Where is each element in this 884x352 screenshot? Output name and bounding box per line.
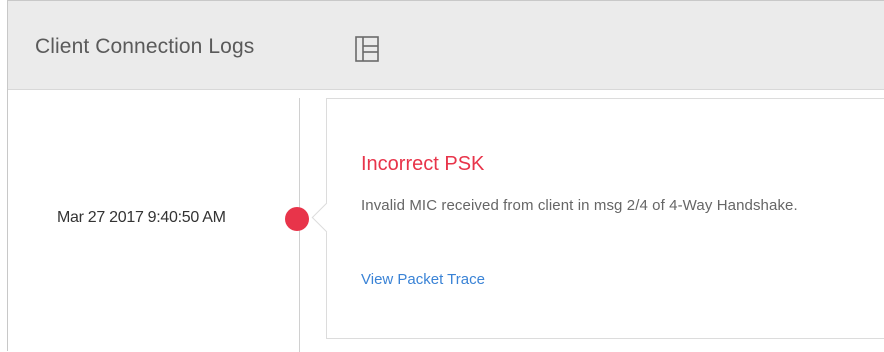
event-card: Incorrect PSK Invalid MIC received from …	[311, 98, 884, 339]
card-pointer	[311, 202, 342, 233]
view-packet-trace-link[interactable]: View Packet Trace	[361, 271, 485, 288]
panel-layout-icon[interactable]	[352, 34, 382, 64]
page-title: Client Connection Logs	[35, 35, 255, 58]
client-connection-logs-panel: Client Connection Logs Mar 27 2017 9:40:…	[7, 0, 884, 352]
panel-header: Client Connection Logs	[8, 1, 884, 90]
event-timestamp: Mar 27 2017 9:40:50 AM	[57, 209, 226, 226]
event-description: Invalid MIC received from client in msg …	[361, 197, 798, 214]
event-title: Incorrect PSK	[361, 153, 485, 175]
panel-layout-icon-graphic	[355, 36, 379, 62]
event-status-dot	[285, 207, 309, 231]
